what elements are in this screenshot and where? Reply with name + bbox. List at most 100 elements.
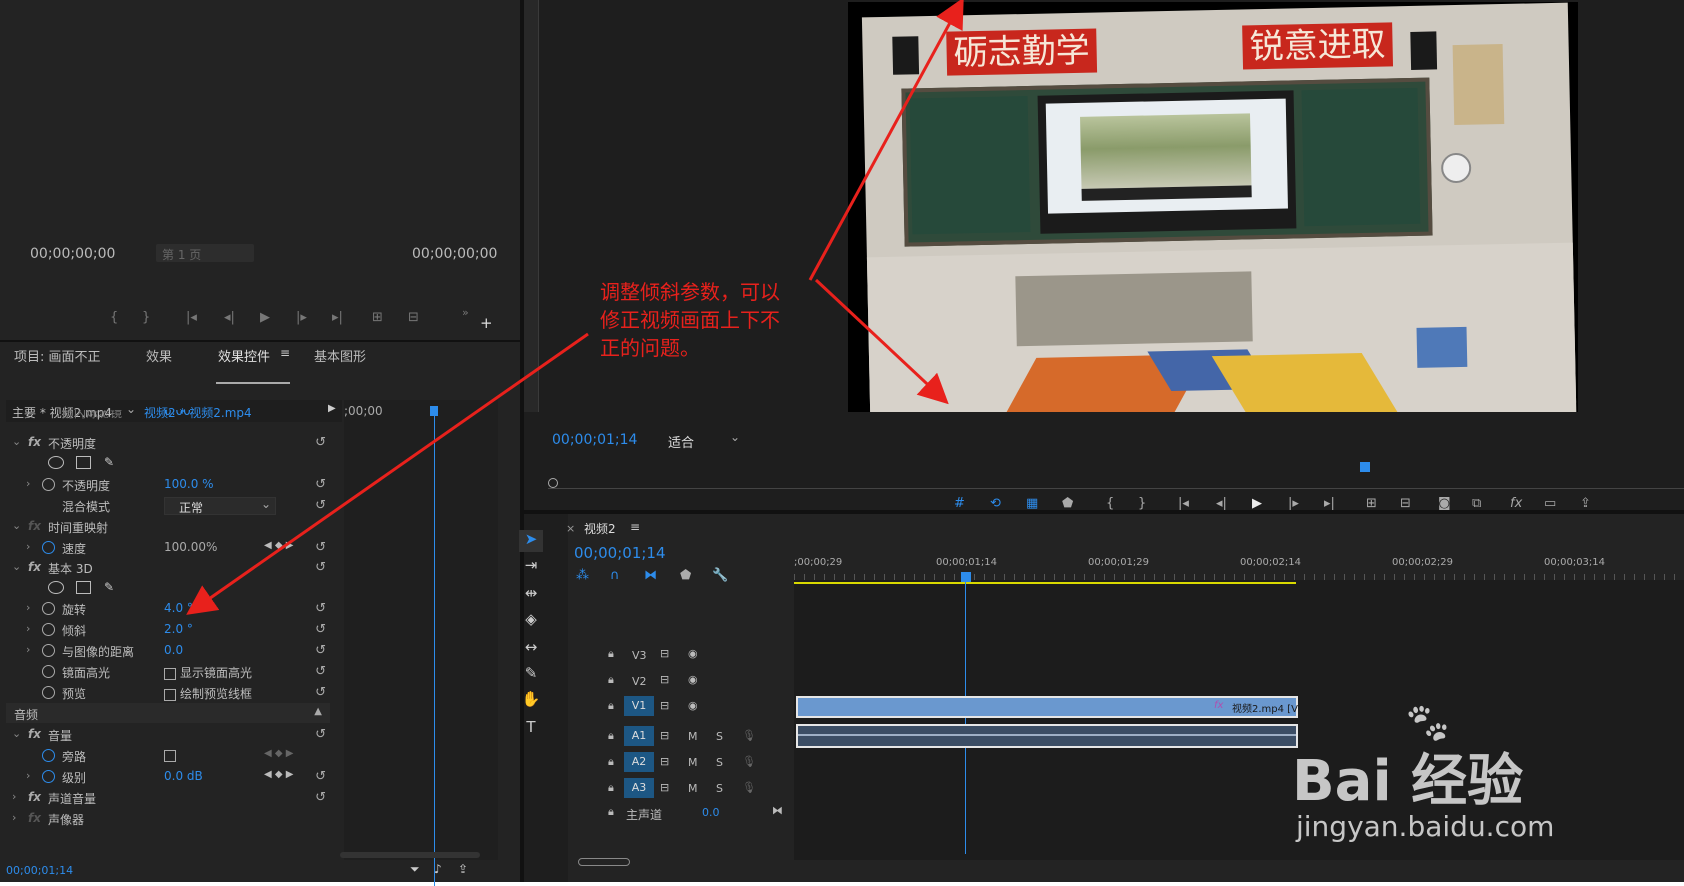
track-header-a3[interactable]: 🔒︎ A3 ⊟ M S 🎙︎ xyxy=(560,778,790,800)
step-back-icon[interactable]: ◂| xyxy=(1216,496,1227,511)
chevron-expanded-icon[interactable]: ⌄ xyxy=(12,727,21,740)
level-row[interactable]: › 级别 0.0 dB ◀ ◆ ▶ ↺ xyxy=(6,766,330,786)
pen-mask-icon[interactable]: ✎ xyxy=(104,455,114,469)
export-frame-icon[interactable]: ⇪ xyxy=(1580,496,1591,511)
track-header-a2[interactable]: 🔒︎ A2 ⊟ M S 🎙︎ xyxy=(560,752,790,774)
keyframe-nav-icon[interactable]: ◀ ◆ ▶ xyxy=(264,748,293,759)
mark-out-icon[interactable]: } xyxy=(142,310,150,325)
lock-icon[interactable]: 🔒︎ xyxy=(608,673,614,687)
scrubber-start-handle[interactable] xyxy=(548,478,558,488)
toggle-sync-icon[interactable]: ⊟ xyxy=(660,673,669,686)
fx-icon[interactable]: fx xyxy=(28,435,41,449)
overwrite-icon[interactable]: ⊟ xyxy=(408,310,419,325)
track-header-v1[interactable]: 🔒︎ V1 ⊟ ◉ xyxy=(560,696,790,718)
rotate-row[interactable]: › 旋转 4.0 ° ↺ xyxy=(6,598,330,618)
go-to-out-icon[interactable]: ▸| xyxy=(1324,496,1335,511)
chevron-right-icon[interactable]: › xyxy=(26,540,30,553)
reset-icon[interactable]: ↺ xyxy=(315,790,326,805)
track-select-tool-icon[interactable]: ⇥ xyxy=(519,556,543,578)
solo-button[interactable]: S xyxy=(716,782,723,795)
reset-icon[interactable]: ↺ xyxy=(315,560,326,575)
slip-tool-icon[interactable]: ↔ xyxy=(519,638,543,660)
type-tool-icon[interactable]: T xyxy=(519,718,543,740)
keyframe-nav-icon[interactable]: ◀ ◆ ▶ xyxy=(264,769,293,780)
eye-icon[interactable]: ◉ xyxy=(688,673,698,686)
mark-in-icon[interactable]: { xyxy=(110,310,118,325)
panel-menu-icon[interactable]: ≡ xyxy=(280,346,290,360)
nest-icon[interactable]: ⁂ xyxy=(576,568,589,583)
vr-icon[interactable]: ▭ xyxy=(1544,496,1556,511)
stopwatch-icon[interactable] xyxy=(42,686,55,699)
level-value[interactable]: 0.0 dB xyxy=(164,769,203,783)
loop-icon[interactable]: ⟲ xyxy=(990,496,1001,511)
bypass-checkbox[interactable] xyxy=(164,748,180,762)
mute-button[interactable]: M xyxy=(688,782,698,795)
time-remap-row[interactable]: ⌄ fx 时间重映射 xyxy=(6,516,330,536)
reset-icon[interactable]: ↺ xyxy=(315,435,326,450)
mic-icon[interactable]: 🎙︎ xyxy=(742,755,756,768)
hand-tool-icon[interactable]: ✋ xyxy=(519,690,543,712)
toggle-sync-icon[interactable]: ⊟ xyxy=(660,755,669,768)
panner-row[interactable]: › fx 声像器 xyxy=(6,808,330,828)
reset-icon[interactable]: ↺ xyxy=(315,685,326,700)
channel-volume-row[interactable]: › fx 声道音量 ↺ xyxy=(6,787,330,807)
chevron-right-icon[interactable]: › xyxy=(12,790,16,803)
lock-icon[interactable]: 🔒︎ xyxy=(608,781,614,795)
snap-icon[interactable]: ∩ xyxy=(610,568,620,583)
program-scrubber[interactable] xyxy=(548,462,1684,489)
eye-icon[interactable]: ◉ xyxy=(688,699,698,712)
mic-icon[interactable]: 🎙︎ xyxy=(742,729,756,742)
ellipse-mask-icon[interactable] xyxy=(48,456,64,469)
reset-icon[interactable]: ↺ xyxy=(315,477,326,492)
chevron-expanded-icon[interactable]: ⌄ xyxy=(12,560,21,573)
filter-icon[interactable]: ⏷ xyxy=(410,862,420,877)
audio-section-header[interactable]: 音频 ▲ xyxy=(6,703,330,723)
mark-in-icon[interactable]: { xyxy=(1106,496,1114,511)
timeline-tab[interactable]: 视频2 xyxy=(584,520,616,537)
fx-icon[interactable]: fx xyxy=(28,727,41,741)
mute-button[interactable]: M xyxy=(688,730,698,743)
lock-icon[interactable]: 🔒︎ xyxy=(608,729,614,743)
chevron-right-icon[interactable]: › xyxy=(26,769,30,782)
distance-row[interactable]: › 与图像的距离 0.0 ↺ xyxy=(6,640,330,660)
timeline-timecode[interactable]: 00;00;01;14 xyxy=(574,544,666,562)
go-to-out-icon[interactable]: ▸| xyxy=(332,310,343,325)
chevron-right-icon[interactable]: › xyxy=(26,643,30,656)
toggle-sync-icon[interactable]: ⊟ xyxy=(660,729,669,742)
multi-camera-icon[interactable]: ▦ xyxy=(1026,496,1038,511)
go-to-in-icon[interactable]: |◂ xyxy=(186,310,197,325)
mark-out-icon[interactable]: } xyxy=(1138,496,1146,511)
opacity-param-row[interactable]: › 不透明度 100.0 % ↺ xyxy=(6,474,330,494)
chevron-right-icon[interactable]: › xyxy=(26,601,30,614)
step-back-icon[interactable]: ◂| xyxy=(224,310,235,325)
fx-toggle-icon[interactable]: fx xyxy=(1510,496,1522,511)
safe-margins-icon[interactable]: # xyxy=(954,496,965,511)
toggle-sync-icon[interactable]: ⊟ xyxy=(660,647,669,660)
keyframe-nav-icon[interactable]: ◀ ◆ ▶ xyxy=(264,540,293,551)
toggle-sync-icon[interactable]: ⊟ xyxy=(660,781,669,794)
stopwatch-icon[interactable] xyxy=(42,665,55,678)
tab-effects[interactable]: 效果 xyxy=(146,346,172,365)
fx-icon[interactable]: fx xyxy=(28,790,41,804)
reset-icon[interactable]: ↺ xyxy=(315,643,326,658)
opacity-value[interactable]: 100.0 % xyxy=(164,477,214,491)
chevron-right-icon[interactable]: › xyxy=(26,622,30,635)
camera-icon[interactable]: ◙ xyxy=(1438,496,1451,511)
go-to-in-icon[interactable]: |◂ xyxy=(1178,496,1189,511)
go-to-end-icon[interactable]: ⧓ xyxy=(772,804,783,817)
compare-icon[interactable]: ⧉ xyxy=(1472,496,1481,511)
stopwatch-icon[interactable] xyxy=(42,541,55,554)
mute-button[interactable]: M xyxy=(688,756,698,769)
blend-mode-select[interactable]: 正常 ⌄ xyxy=(164,497,276,515)
reset-icon[interactable]: ↺ xyxy=(315,622,326,637)
razor-tool-icon[interactable]: ◈ xyxy=(519,610,543,632)
reset-icon[interactable]: ↺ xyxy=(315,727,326,742)
wrench-icon[interactable]: 🔧 xyxy=(712,568,728,583)
rectangle-mask-icon[interactable] xyxy=(76,581,91,594)
play-icon[interactable]: ▶ xyxy=(1252,496,1262,511)
panel-menu-icon[interactable]: ≡ xyxy=(630,520,640,534)
eye-icon[interactable]: ◉ xyxy=(688,647,698,660)
audio-only-icon[interactable]: ♪ xyxy=(434,862,442,876)
chevron-right-icon[interactable]: › xyxy=(26,477,30,490)
mic-icon[interactable]: 🎙︎ xyxy=(742,781,756,794)
